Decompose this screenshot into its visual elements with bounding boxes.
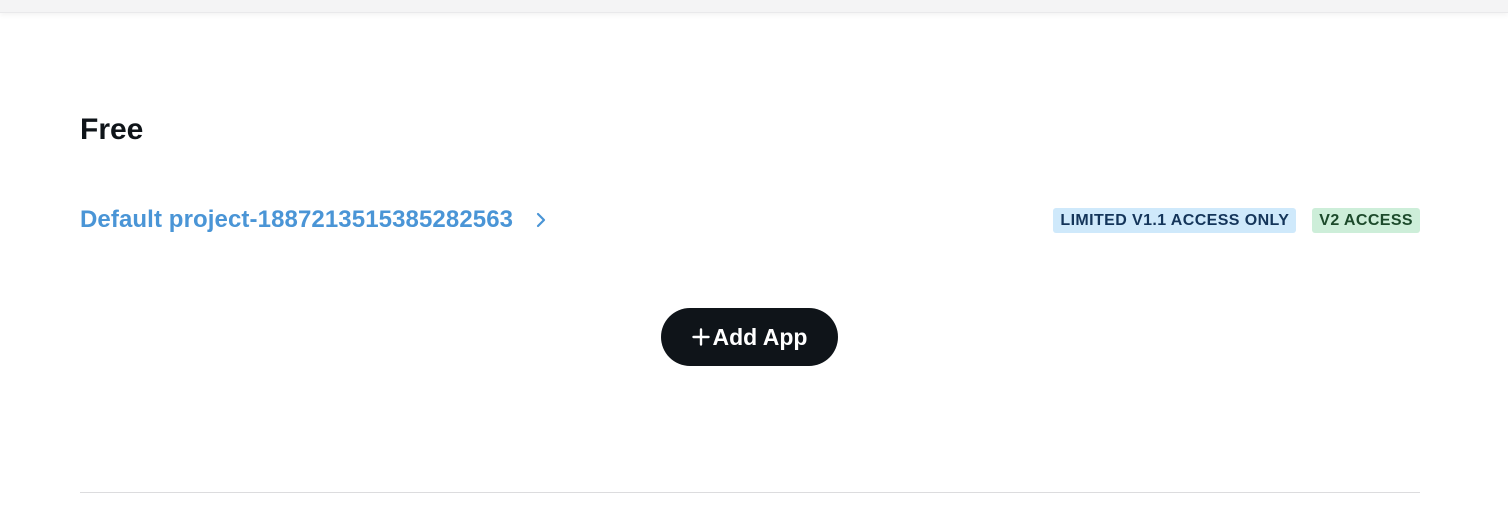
chevron-right-icon: [533, 211, 549, 229]
section-title: Free: [80, 113, 144, 146]
plus-icon: [691, 328, 710, 346]
project-row: Default project-1887213515385282563 LIMI…: [80, 200, 1420, 240]
add-app-label: Add App: [712, 323, 808, 350]
access-badges: LIMITED V1.1 ACCESS ONLY V2 ACCESS: [1053, 207, 1420, 233]
project-link[interactable]: Default project-1887213515385282563: [80, 206, 549, 234]
divider: [80, 492, 1420, 493]
project-name: Default project-1887213515385282563: [80, 206, 514, 233]
top-bar: [0, 0, 1508, 13]
add-app-button[interactable]: Add App: [661, 308, 838, 366]
limited-v1-access-badge: LIMITED V1.1 ACCESS ONLY: [1053, 207, 1297, 233]
page: Free Default project-1887213515385282563…: [0, 0, 1508, 530]
v2-access-badge: V2 ACCESS: [1312, 207, 1420, 233]
